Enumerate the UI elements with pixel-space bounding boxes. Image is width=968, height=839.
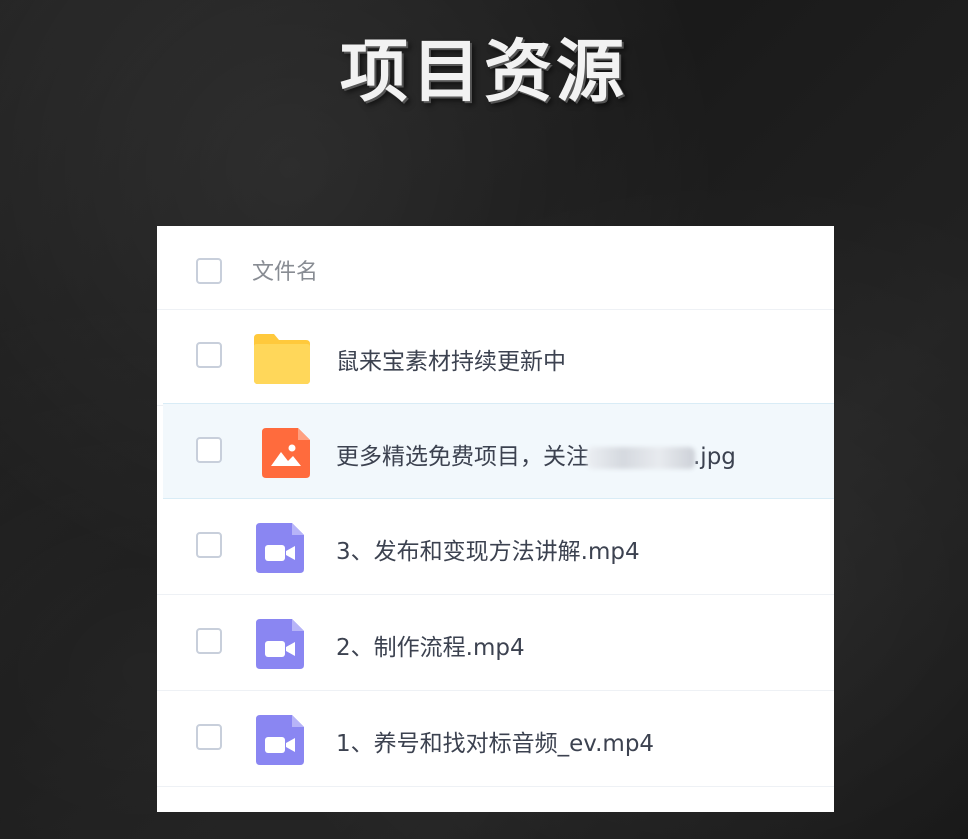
- row-checkbox[interactable]: [196, 342, 222, 368]
- file-name[interactable]: 2、制作流程.mp4: [336, 628, 525, 662]
- page-title: 项目资源: [339, 33, 628, 112]
- file-name[interactable]: 3、发布和变现方法讲解.mp4: [336, 532, 640, 566]
- select-all-checkbox[interactable]: [196, 258, 222, 284]
- row-checkbox[interactable]: [196, 628, 222, 654]
- file-name[interactable]: 更多精选免费项目，关注 .jpg: [336, 437, 736, 471]
- file-list-panel: 文件名 鼠来宝素材持续更新中 更多精选免费项目，关注 .jpg 3、发布和变现方…: [157, 226, 834, 812]
- file-list-header: 文件名: [157, 226, 834, 310]
- video-file-icon: [254, 713, 310, 765]
- file-row-video[interactable]: 1、养号和找对标音频_ev.mp4: [157, 691, 834, 787]
- file-name[interactable]: 1、养号和找对标音频_ev.mp4: [336, 724, 654, 758]
- file-name-extension: .jpg: [693, 444, 736, 470]
- video-file-icon: [254, 617, 310, 669]
- video-file-icon: [254, 521, 310, 573]
- row-checkbox[interactable]: [196, 437, 222, 463]
- redacted-text: [587, 446, 695, 469]
- file-row-video[interactable]: 2、制作流程.mp4: [157, 595, 834, 691]
- file-row-video[interactable]: 3、发布和变现方法讲解.mp4: [157, 499, 834, 595]
- row-checkbox[interactable]: [196, 532, 222, 558]
- file-row-folder[interactable]: 鼠来宝素材持续更新中: [157, 310, 834, 406]
- file-name-prefix: 更多精选免费项目，关注: [336, 444, 589, 470]
- column-header-filename: 文件名: [252, 260, 319, 285]
- image-file-icon: [260, 426, 316, 478]
- row-checkbox[interactable]: [196, 724, 222, 750]
- file-name[interactable]: 鼠来宝素材持续更新中: [336, 342, 566, 376]
- folder-icon: [254, 332, 310, 384]
- file-row-image[interactable]: 更多精选免费项目，关注 .jpg: [163, 403, 834, 499]
